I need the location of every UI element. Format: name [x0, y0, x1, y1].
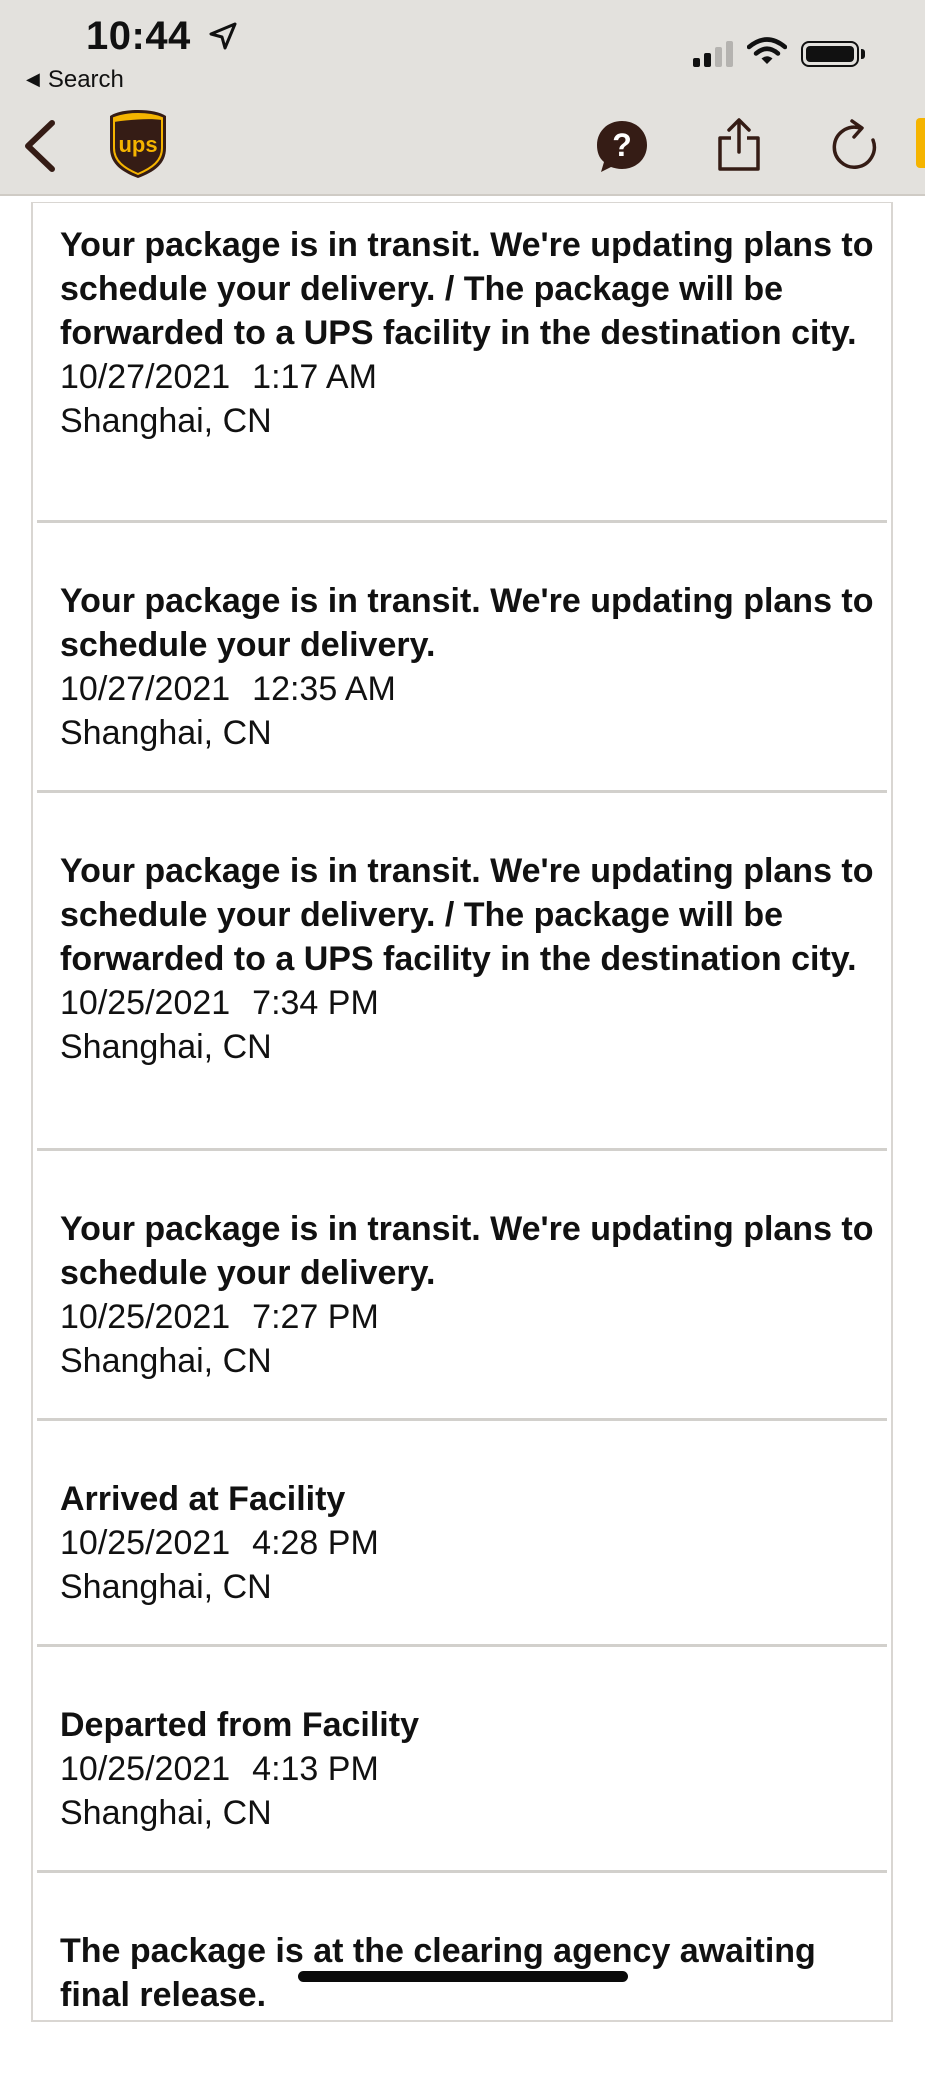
cellular-signal-icon	[693, 40, 733, 67]
list-item: Departed from Facility 10/25/2021 4:13 PM…	[37, 1647, 887, 1873]
event-datetime: 10/25/2021 4:28 PM	[60, 1521, 887, 1565]
event-location: Shanghai, CN	[60, 402, 272, 440]
event-location: Shanghai, CN	[60, 1794, 272, 1832]
ups-edge-icon[interactable]	[916, 118, 925, 168]
help-glyph: ?	[612, 127, 632, 163]
event-title: Your package is in transit. We're updati…	[60, 226, 874, 352]
back-to-app[interactable]: ◀ Search	[26, 66, 124, 94]
list-item: Arrived at Facility 10/25/2021 4:28 PM Sh…	[37, 1421, 887, 1647]
event-title: Arrived at Facility	[60, 1480, 346, 1518]
event-datetime: 10/25/2021 7:34 PM	[60, 981, 887, 1025]
event-date: 10/25/2021	[60, 1298, 231, 1336]
ups-logo: ups	[108, 108, 168, 185]
event-location: Shanghai, CN	[60, 714, 272, 752]
list-item: Your package is in transit. We're updati…	[37, 793, 887, 1151]
event-date: 10/25/2021	[60, 984, 231, 1022]
event-title: Your package is in transit. We're updati…	[60, 1210, 874, 1292]
tracking-history-list: Your package is in transit. We're updati…	[31, 202, 893, 2022]
event-location: Shanghai, CN	[60, 1568, 272, 1606]
list-item: Your package is in transit. We're updati…	[37, 523, 887, 793]
location-arrow-icon	[208, 16, 238, 61]
battery-icon	[801, 40, 865, 67]
top-bar: 10:44 ◀ Search ups ?	[0, 0, 925, 196]
event-location: Shanghai, CN	[60, 1028, 272, 1066]
event-time: 4:28 PM	[252, 1524, 379, 1562]
event-time: 7:27 PM	[252, 1298, 379, 1336]
home-indicator[interactable]	[298, 1971, 628, 1982]
back-chevron-icon[interactable]	[22, 120, 56, 177]
event-datetime: 10/27/2021 1:17 AM	[60, 355, 887, 399]
event-datetime: 10/25/2021 7:27 PM	[60, 1295, 887, 1339]
status-time-text: 10:44	[86, 14, 191, 58]
event-date: 10/27/2021	[60, 358, 231, 396]
back-triangle-icon: ◀	[26, 69, 40, 89]
status-time: 10:44	[86, 14, 238, 61]
event-time: 7:34 PM	[252, 984, 379, 1022]
event-title: Your package is in transit. We're updati…	[60, 852, 874, 978]
ups-logo-text: ups	[118, 132, 157, 157]
event-datetime: 10/25/2021 4:13 PM	[60, 1747, 887, 1791]
event-date: 10/27/2021	[60, 670, 231, 708]
event-datetime: 10/27/2021 12:35 AM	[60, 667, 887, 711]
status-icons	[693, 36, 865, 71]
list-item: Your package is in transit. We're updati…	[37, 203, 887, 523]
event-title: Your package is in transit. We're updati…	[60, 582, 874, 664]
wifi-icon	[746, 36, 788, 71]
event-date: 10/25/2021	[60, 1750, 231, 1788]
list-item: Your package is in transit. We're updati…	[37, 1151, 887, 1421]
event-time: 1:17 AM	[252, 358, 377, 396]
help-button[interactable]: ?	[594, 118, 650, 179]
event-time: 4:13 PM	[252, 1750, 379, 1788]
refresh-icon[interactable]	[830, 118, 880, 177]
event-time: 12:35 AM	[252, 670, 396, 708]
back-app-label: Search	[47, 66, 124, 93]
event-date: 10/25/2021	[60, 1524, 231, 1562]
event-location: Shanghai, CN	[60, 1342, 272, 1380]
share-icon[interactable]	[716, 118, 762, 177]
event-title: Departed from Facility	[60, 1706, 419, 1744]
